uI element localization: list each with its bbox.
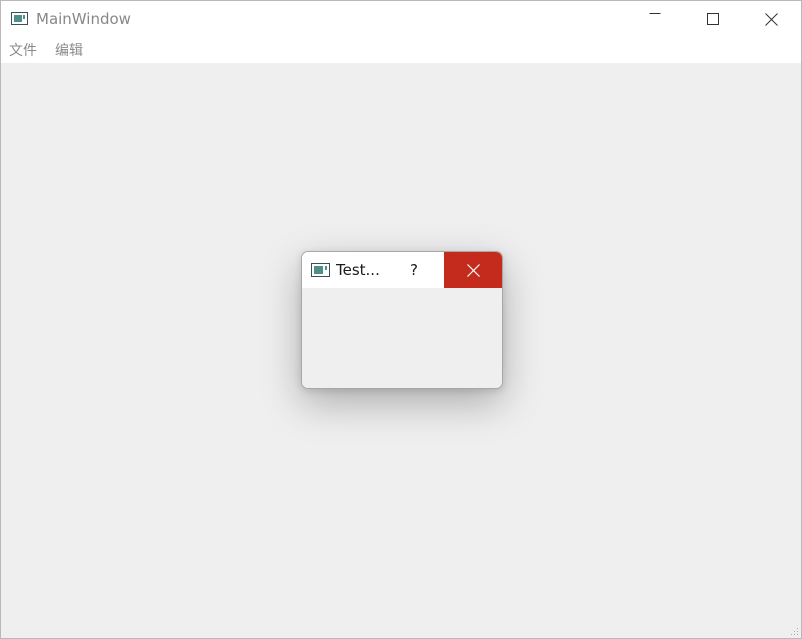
app-window-icon	[11, 12, 28, 25]
app-window-icon	[311, 263, 330, 277]
dialog-close-button[interactable]	[444, 252, 502, 288]
close-icon	[764, 12, 778, 26]
menu-bar: 文件 编辑	[1, 37, 801, 63]
title-bar[interactable]: MainWindow	[1, 1, 801, 37]
help-button[interactable]: ?	[407, 261, 421, 280]
menu-file[interactable]: 文件	[9, 42, 37, 60]
dialog-body	[302, 288, 502, 388]
size-grip-icon[interactable]	[791, 628, 799, 636]
test-dialog: Test... ?	[301, 251, 503, 389]
close-button[interactable]	[742, 1, 800, 37]
maximize-icon	[707, 13, 719, 25]
window-title: MainWindow	[36, 10, 131, 28]
dialog-title-bar[interactable]: Test... ?	[302, 252, 502, 288]
maximize-button[interactable]	[684, 1, 742, 37]
menu-edit[interactable]: 编辑	[55, 42, 83, 60]
minimize-button[interactable]	[626, 1, 684, 37]
main-window: MainWindow 文件 编辑 Test... ?	[0, 0, 802, 639]
close-icon	[466, 263, 480, 277]
dialog-title: Test...	[336, 261, 380, 279]
minimize-icon	[649, 13, 661, 14]
